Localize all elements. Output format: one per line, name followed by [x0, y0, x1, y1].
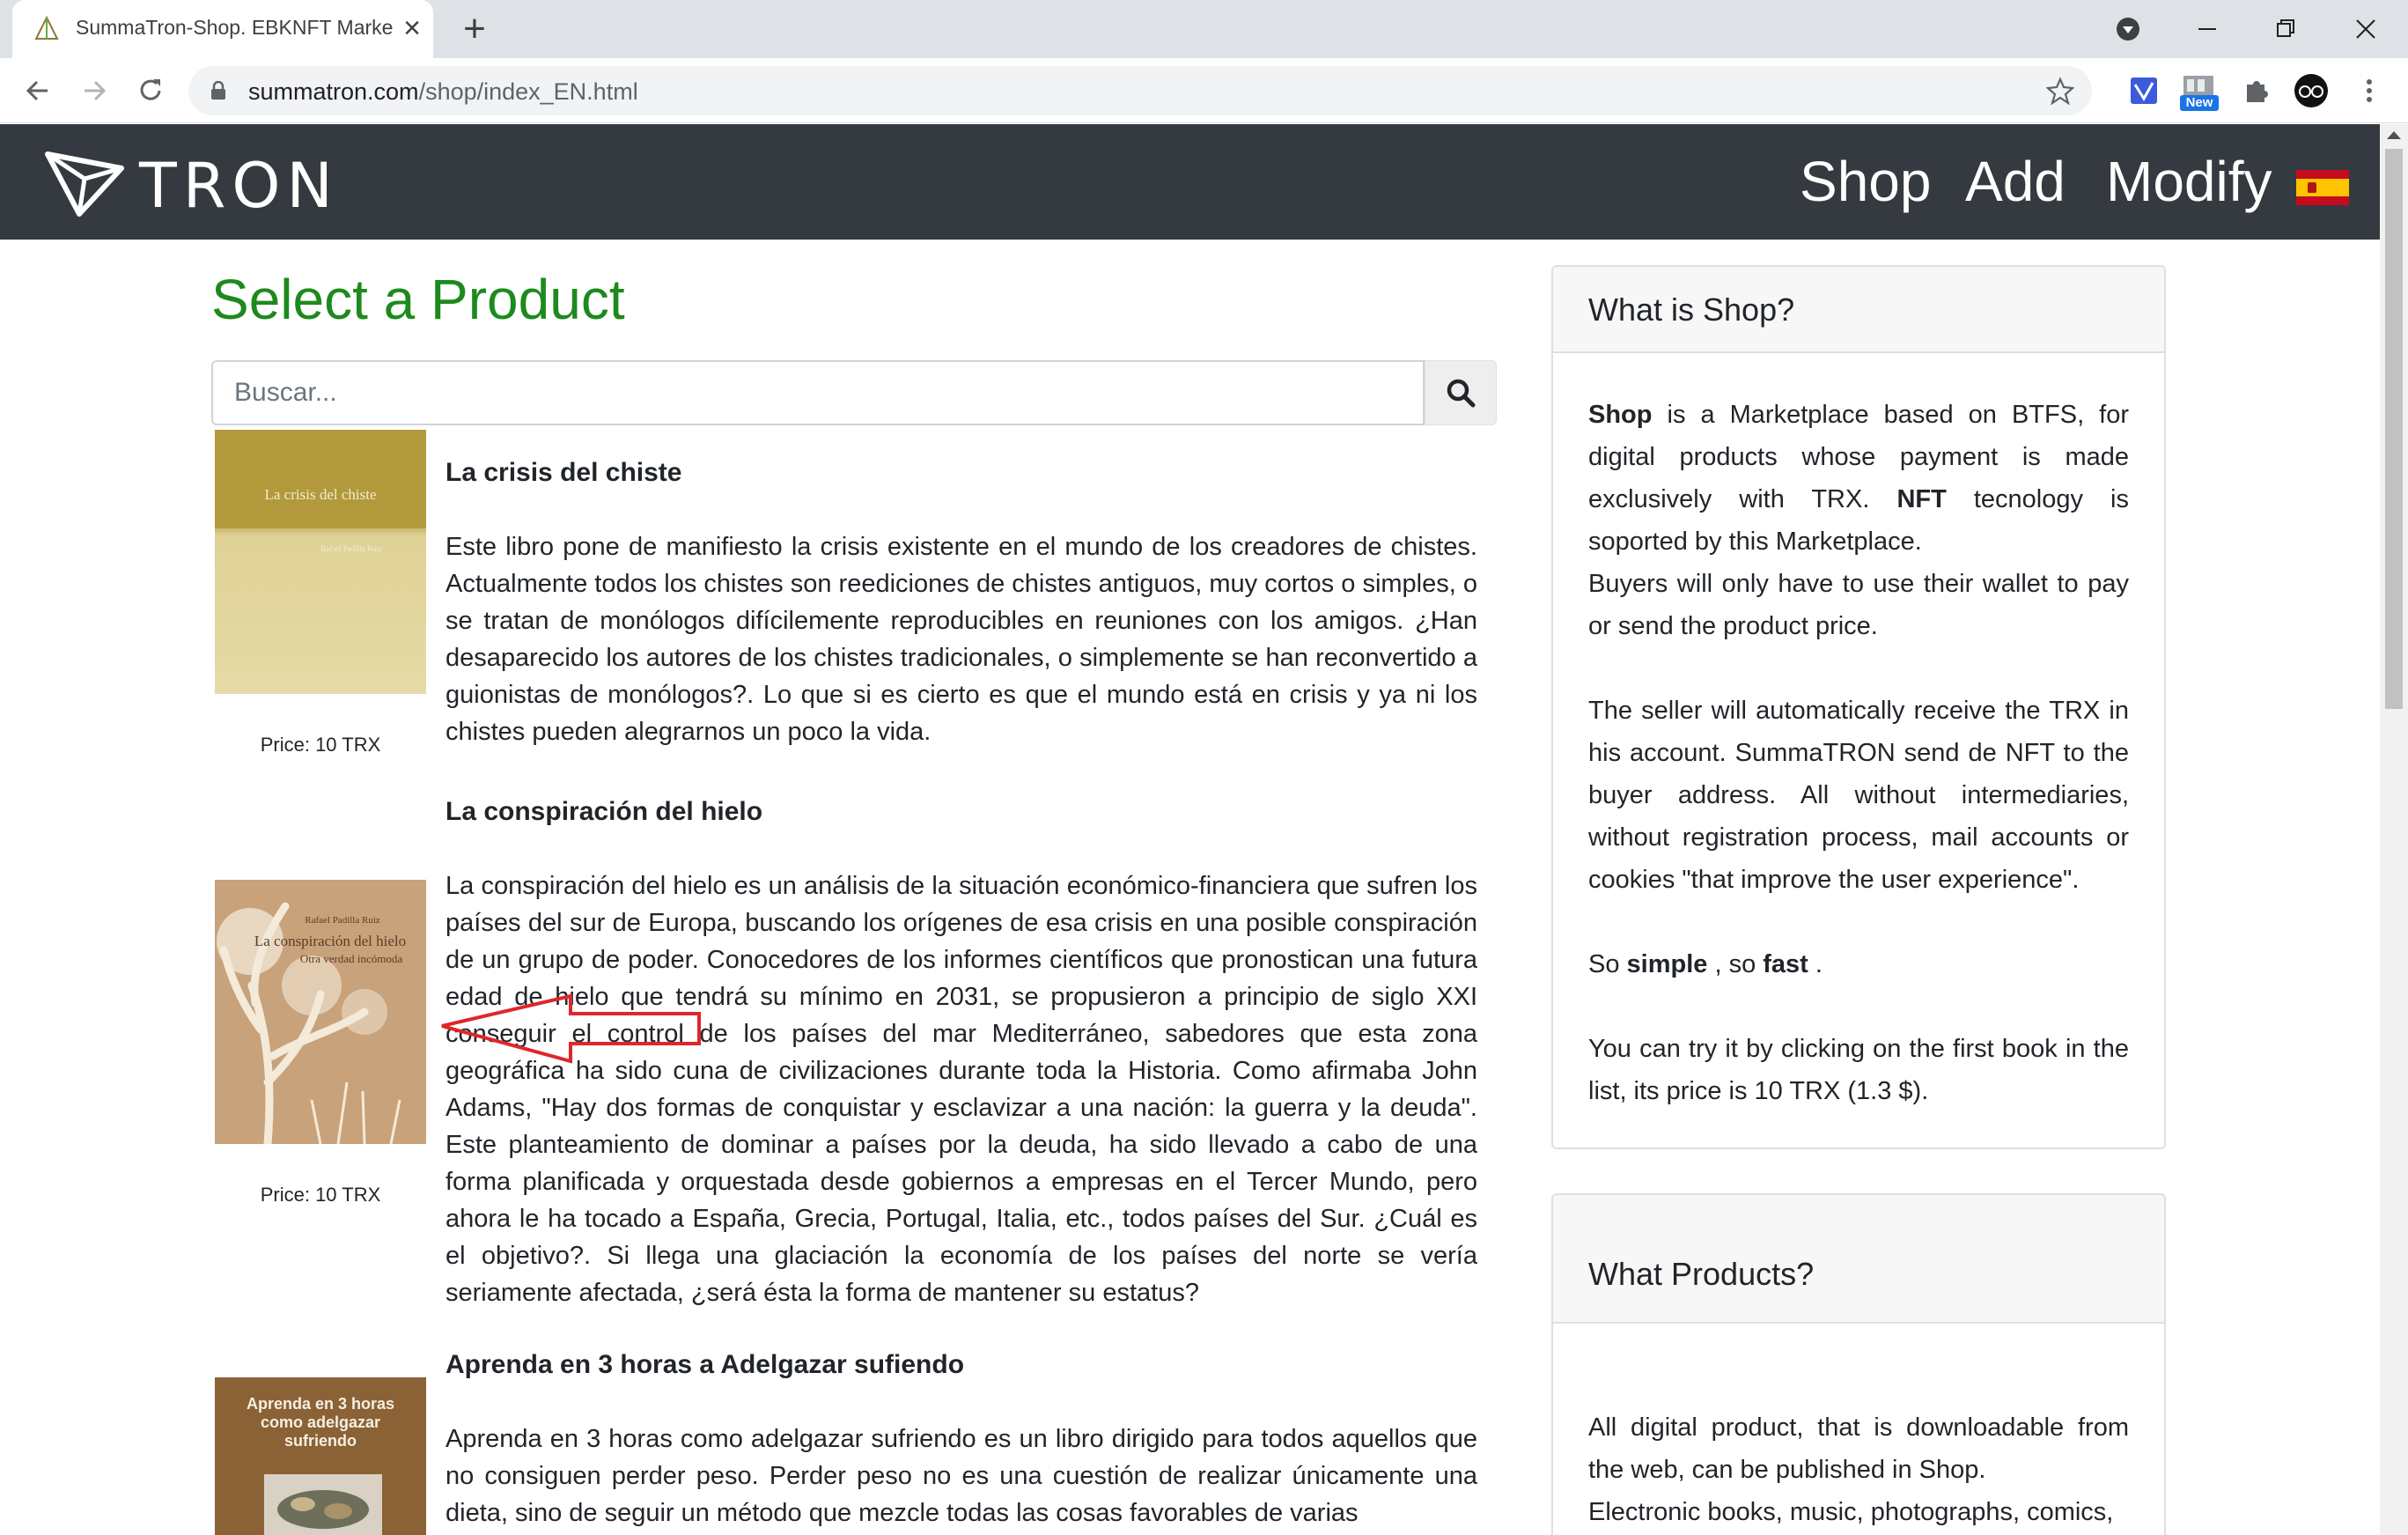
extension-tronlink-icon[interactable] [2124, 70, 2164, 111]
bold-nft: NFT [1896, 485, 1947, 513]
tab-close-icon[interactable]: × [396, 12, 428, 44]
close-window-icon[interactable] [2345, 9, 2386, 49]
product-title[interactable]: La crisis del chiste [446, 458, 1476, 488]
search-button[interactable] [1425, 360, 1497, 425]
product-cover-image[interactable]: Aprenda en 3 horas como adelgazar sufrie… [215, 1377, 426, 1535]
url-text: summatron.com/shop/index_EN.html [248, 78, 638, 106]
tab-search-icon[interactable] [2108, 9, 2148, 49]
minimize-icon[interactable] [2187, 9, 2228, 49]
lock-icon [211, 81, 225, 100]
card-body: All digital product, that is downloadabl… [1553, 1324, 2164, 1533]
browser-menu-icon[interactable] [2349, 70, 2390, 111]
product-description: Este libro pone de manifiesto la crisis … [446, 533, 1477, 746]
page-scrollbar[interactable] [2380, 124, 2408, 1535]
new-tab-button[interactable]: + [456, 10, 493, 48]
shop-intro-paragraph: Shop is a Marketplace based on BTFS, for… [1588, 394, 2129, 563]
cover-author: Rafael Padilla Ruiz [305, 915, 380, 926]
cover-subtitle: Otra verdad incómoda [299, 952, 403, 965]
product-price: Price: 10 TRX [260, 734, 381, 756]
what-is-shop-card: What is Shop? Shop is a Marketplace base… [1551, 265, 2166, 1149]
browser-toolbar: summatron.com/shop/index_EN.html New [0, 58, 2408, 123]
nav-add-link[interactable]: Add [1965, 149, 2066, 214]
product-description: Aprenda en 3 horas como adelgazar sufrie… [446, 1425, 1477, 1527]
bold-fast: fast [1763, 950, 1808, 978]
product-description: La conspiración del hielo es un análisis… [446, 872, 1477, 1307]
scroll-up-arrow-icon[interactable] [2387, 131, 2401, 139]
what-products-card: What Products? All digital product, that… [1551, 1193, 2166, 1535]
nav-shop-link[interactable]: Shop [1800, 149, 1931, 214]
cover-title: La crisis del chiste [264, 486, 377, 503]
site-navbar: TRON Shop Add Modify [0, 124, 2380, 240]
browser-tab-active[interactable]: SummaTron-Shop. EBKNFT Marketplace × [12, 0, 433, 58]
bold-shop: Shop [1588, 401, 1653, 429]
product-cover-image[interactable]: La crisis del chiste Rafael Padilla Ruiz [215, 430, 426, 694]
tab-title: SummaTron-Shop. EBKNFT Marketplace [76, 16, 393, 39]
product-title[interactable]: La conspiración del hielo [446, 797, 1476, 827]
bookmark-star-icon[interactable] [2046, 77, 2074, 105]
try-it-paragraph: You can try it by clicking on the first … [1588, 1035, 2129, 1105]
site-logo-text[interactable]: TRON [139, 150, 339, 222]
extension-new-icon[interactable]: New [2178, 70, 2222, 111]
extensions-puzzle-icon[interactable] [2236, 70, 2277, 111]
browser-tabstrip: SummaTron-Shop. EBKNFT Marketplace × + [0, 0, 2408, 58]
spanish-flag-icon[interactable] [2296, 170, 2349, 205]
bold-simple: simple [1626, 950, 1708, 978]
text-span: . [1808, 950, 1823, 978]
buyers-paragraph: Buyers will only have to use their walle… [1588, 570, 2129, 640]
cover-texture [215, 528, 426, 694]
search-icon [1447, 379, 1476, 408]
text-span: So [1588, 950, 1627, 978]
profile-avatar-icon[interactable] [2291, 70, 2331, 111]
cover-title: La conspiración del hielo [254, 933, 407, 949]
cover-plate-icon [264, 1474, 382, 1535]
card-body: Shop is a Marketplace based on BTFS, for… [1553, 353, 2164, 1112]
product-cover-image[interactable]: Rafael Padilla Ruiz La conspiración del … [215, 880, 426, 1144]
seller-paragraph: The seller will automatically receive th… [1588, 697, 2129, 894]
cover-title: Aprenda en 3 horas como adelgazar sufrie… [246, 1395, 395, 1450]
forward-icon[interactable] [74, 70, 114, 111]
card-header: What is Shop? [1553, 267, 2164, 353]
new-badge: New [2180, 95, 2219, 111]
text-span: , so [1707, 950, 1764, 978]
restore-icon[interactable] [2266, 9, 2307, 49]
url-path: /shop/index_EN.html [418, 78, 638, 105]
back-icon[interactable] [18, 70, 58, 111]
address-bar[interactable]: summatron.com/shop/index_EN.html [188, 66, 2092, 115]
search-input[interactable] [211, 360, 1425, 425]
simple-fast-paragraph: So simple , so fast . [1588, 943, 2129, 985]
products-paragraph: All digital product, that is downloadabl… [1588, 1413, 2129, 1484]
tron-logo-icon[interactable] [44, 151, 125, 218]
tron-favicon-icon [34, 16, 59, 40]
scroll-thumb[interactable] [2385, 149, 2403, 709]
cover-author: Rafael Padilla Ruiz [320, 544, 382, 553]
nav-modify-link[interactable]: Modify [2106, 149, 2272, 214]
product-title[interactable]: Aprenda en 3 horas a Adelgazar sufiendo [446, 1350, 1476, 1380]
page-viewport: TRON Shop Add Modify Select a Product La… [0, 124, 2380, 1535]
page-title: Select a Product [211, 268, 625, 331]
card-header: What Products? [1553, 1195, 2164, 1324]
products-list-paragraph: Electronic books, music, photographs, co… [1588, 1498, 2114, 1526]
url-host: summatron.com [248, 78, 419, 105]
product-price: Price: 10 TRX [260, 1184, 381, 1206]
reload-icon[interactable] [130, 70, 171, 111]
